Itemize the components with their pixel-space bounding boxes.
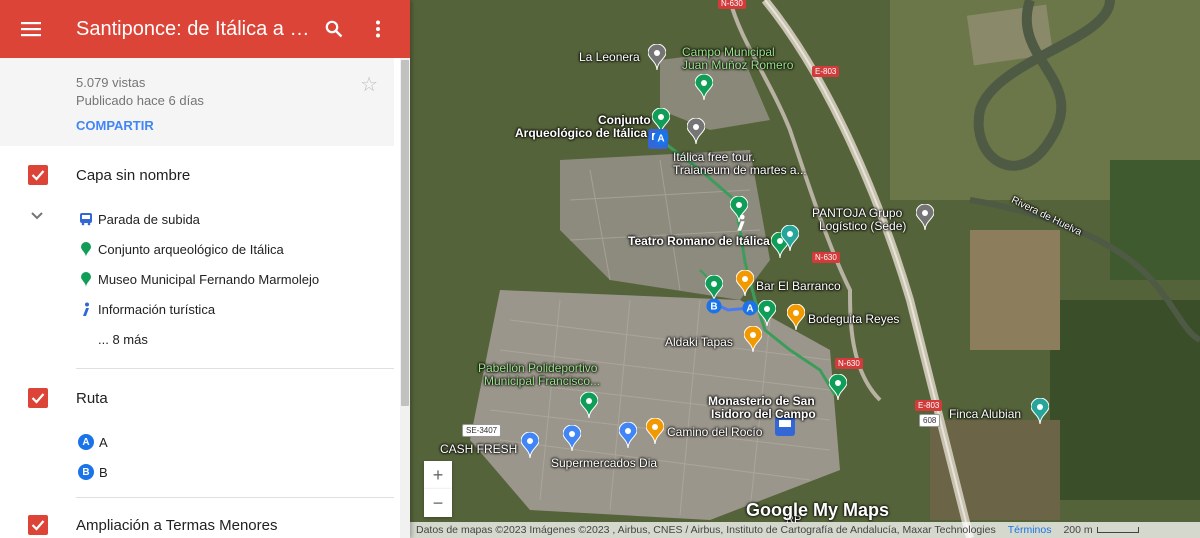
green-pin-icon[interactable] <box>695 74 713 100</box>
place-label: Arqueológico de Itálica <box>515 126 648 140</box>
route-a-marker-icon[interactable]: A <box>742 300 758 316</box>
top-bar: Santiponce: de Itálica a S... <box>0 0 410 58</box>
route-b-marker-icon[interactable]: B <box>706 298 722 314</box>
list-item-informacion[interactable]: Información turística <box>0 294 410 324</box>
layer-checkbox[interactable] <box>28 165 48 185</box>
share-button[interactable]: COMPARTIR <box>76 118 154 133</box>
star-icon[interactable]: ☆ <box>360 72 378 97</box>
list-item-label: A <box>99 434 108 450</box>
map-info: 5.079 vistas Publicado hace 6 días COMPA… <box>0 58 394 146</box>
layer-header: Ruta <box>0 369 410 427</box>
info-icon[interactable] <box>735 213 747 233</box>
layer-title: Ampliación a Termas Menores <box>76 516 278 534</box>
place-label: Juan Muñoz Romero <box>682 58 794 72</box>
road-shield: E-803 <box>812 66 840 77</box>
road-shield: E-803 <box>915 400 943 411</box>
svg-text:A: A <box>746 304 753 315</box>
restaurant-pin-icon[interactable] <box>744 326 762 352</box>
restaurant-pin-icon[interactable] <box>736 270 754 296</box>
scale-bar <box>1096 527 1139 533</box>
svg-text:A: A <box>657 134 664 145</box>
shopping-pin-icon[interactable] <box>563 425 581 451</box>
place-label: Bodeguita Reyes <box>808 312 900 326</box>
svg-text:B: B <box>710 302 717 313</box>
list-item-parada[interactable]: Parada de subida <box>0 204 410 234</box>
layer-ruta: Ruta A A B B <box>0 369 410 498</box>
place-label: Camino del Rocío <box>667 425 763 439</box>
gray-pin-icon[interactable] <box>648 44 666 70</box>
scale-label: 200 m <box>1063 524 1093 536</box>
teal-pin-icon[interactable] <box>1031 398 1049 424</box>
list-item-route-a[interactable]: A A <box>0 427 410 457</box>
view-count: 5.079 vistas <box>76 75 146 90</box>
restaurant-pin-icon[interactable] <box>646 418 664 444</box>
google-my-maps-logo: Google My Maps <box>746 500 890 520</box>
place-label: Traianeum de martes a... <box>673 163 807 177</box>
layer-capa-sin-nombre: Capa sin nombre Parada de subida Conjunt… <box>0 146 410 369</box>
road-shield: N-630 <box>718 0 746 9</box>
layer-header: Capa sin nombre <box>0 146 410 204</box>
zoom-in-button[interactable]: + <box>424 461 452 489</box>
green-pin-icon[interactable] <box>758 300 776 326</box>
green-pin-icon <box>78 241 94 257</box>
place-label: Aldaki Tapas <box>665 335 733 349</box>
attribution-text: Datos de mapas ©2023 Imágenes ©2023 , Ai… <box>416 524 996 536</box>
list-item-label: B <box>99 464 108 480</box>
road-shield: 608 <box>919 414 941 427</box>
map-attribution: Datos de mapas ©2023 Imágenes ©2023 , Ai… <box>410 522 1200 538</box>
terms-link[interactable]: Términos <box>1008 524 1052 536</box>
bus-icon <box>78 211 94 227</box>
shopping-pin-icon[interactable] <box>521 432 539 458</box>
published-date: Publicado hace 6 días <box>76 93 204 108</box>
list-item-label: Información turística <box>98 301 216 317</box>
list-item-route-b[interactable]: B B <box>0 457 410 487</box>
more-vert-icon[interactable] <box>356 0 400 58</box>
road-shield: N-630 <box>835 358 863 369</box>
search-icon[interactable] <box>312 0 356 58</box>
list-item-label: Museo Municipal Fernando Marmolejo <box>98 271 320 287</box>
road-shield: SE-3407 <box>462 424 502 437</box>
layer-checkbox[interactable] <box>28 388 48 408</box>
green-pin-icon <box>78 271 94 287</box>
panel-scrollbar[interactable] <box>400 58 410 538</box>
road-shield: N-630 <box>812 252 840 263</box>
green-pin-icon[interactable] <box>829 374 847 400</box>
menu-icon[interactable] <box>0 0 62 58</box>
route-b-badge: B <box>78 464 94 480</box>
place-label: CASH FRESH <box>440 442 518 456</box>
map-title: Santiponce: de Itálica a S... <box>76 17 312 40</box>
gray-pin-icon[interactable] <box>916 204 934 230</box>
place-label: Isidoro del Campo <box>711 407 816 421</box>
route-a-badge: A <box>78 434 94 450</box>
scrollbar-thumb[interactable] <box>401 60 409 406</box>
place-label: Municipal Francisco... <box>484 374 601 388</box>
place-label: Logístico (Sede) <box>819 219 907 233</box>
list-item-museo[interactable]: Museo Municipal Fernando Marmolejo <box>0 264 410 294</box>
list-item-label: Parada de subida <box>98 211 200 227</box>
gray-pin-icon[interactable] <box>687 118 705 144</box>
green-pin-icon[interactable] <box>580 392 598 418</box>
restaurant-pin-icon[interactable] <box>787 304 805 330</box>
place-label: Bar El Barranco <box>756 279 841 293</box>
map-canvas[interactable]: A B A La Leonera Campo Municipal Juan Mu… <box>410 0 1200 538</box>
shopping-pin-icon[interactable] <box>619 422 637 448</box>
place-label: La Leonera <box>579 50 640 64</box>
layer-title: Capa sin nombre <box>76 166 191 184</box>
chevron-down-icon[interactable] <box>30 208 44 226</box>
info-icon <box>78 301 94 317</box>
layer-checkbox[interactable] <box>28 515 48 535</box>
place-label: Teatro Romano de Itálica <box>628 234 770 248</box>
list-item-conjunto[interactable]: Conjunto arqueológico de Itálica <box>0 234 410 264</box>
route-a-marker-icon[interactable]: A <box>653 130 669 146</box>
teal-pin-icon[interactable] <box>781 225 799 251</box>
layer-title: Ruta <box>76 389 108 407</box>
place-label: Finca Alubian <box>949 407 1022 421</box>
place-label: Supermercados Dia <box>551 456 658 470</box>
layer-ampliacion: Ampliación a Termas Menores <box>0 496 410 538</box>
list-item-label: Conjunto arqueológico de Itálica <box>98 241 284 257</box>
zoom-out-button[interactable]: − <box>424 489 452 517</box>
side-panel: Santiponce: de Itálica a S... 5.079 vist… <box>0 0 410 538</box>
more-items-link[interactable]: ... 8 más <box>0 324 410 354</box>
layer-header: Ampliación a Termas Menores <box>0 496 410 538</box>
